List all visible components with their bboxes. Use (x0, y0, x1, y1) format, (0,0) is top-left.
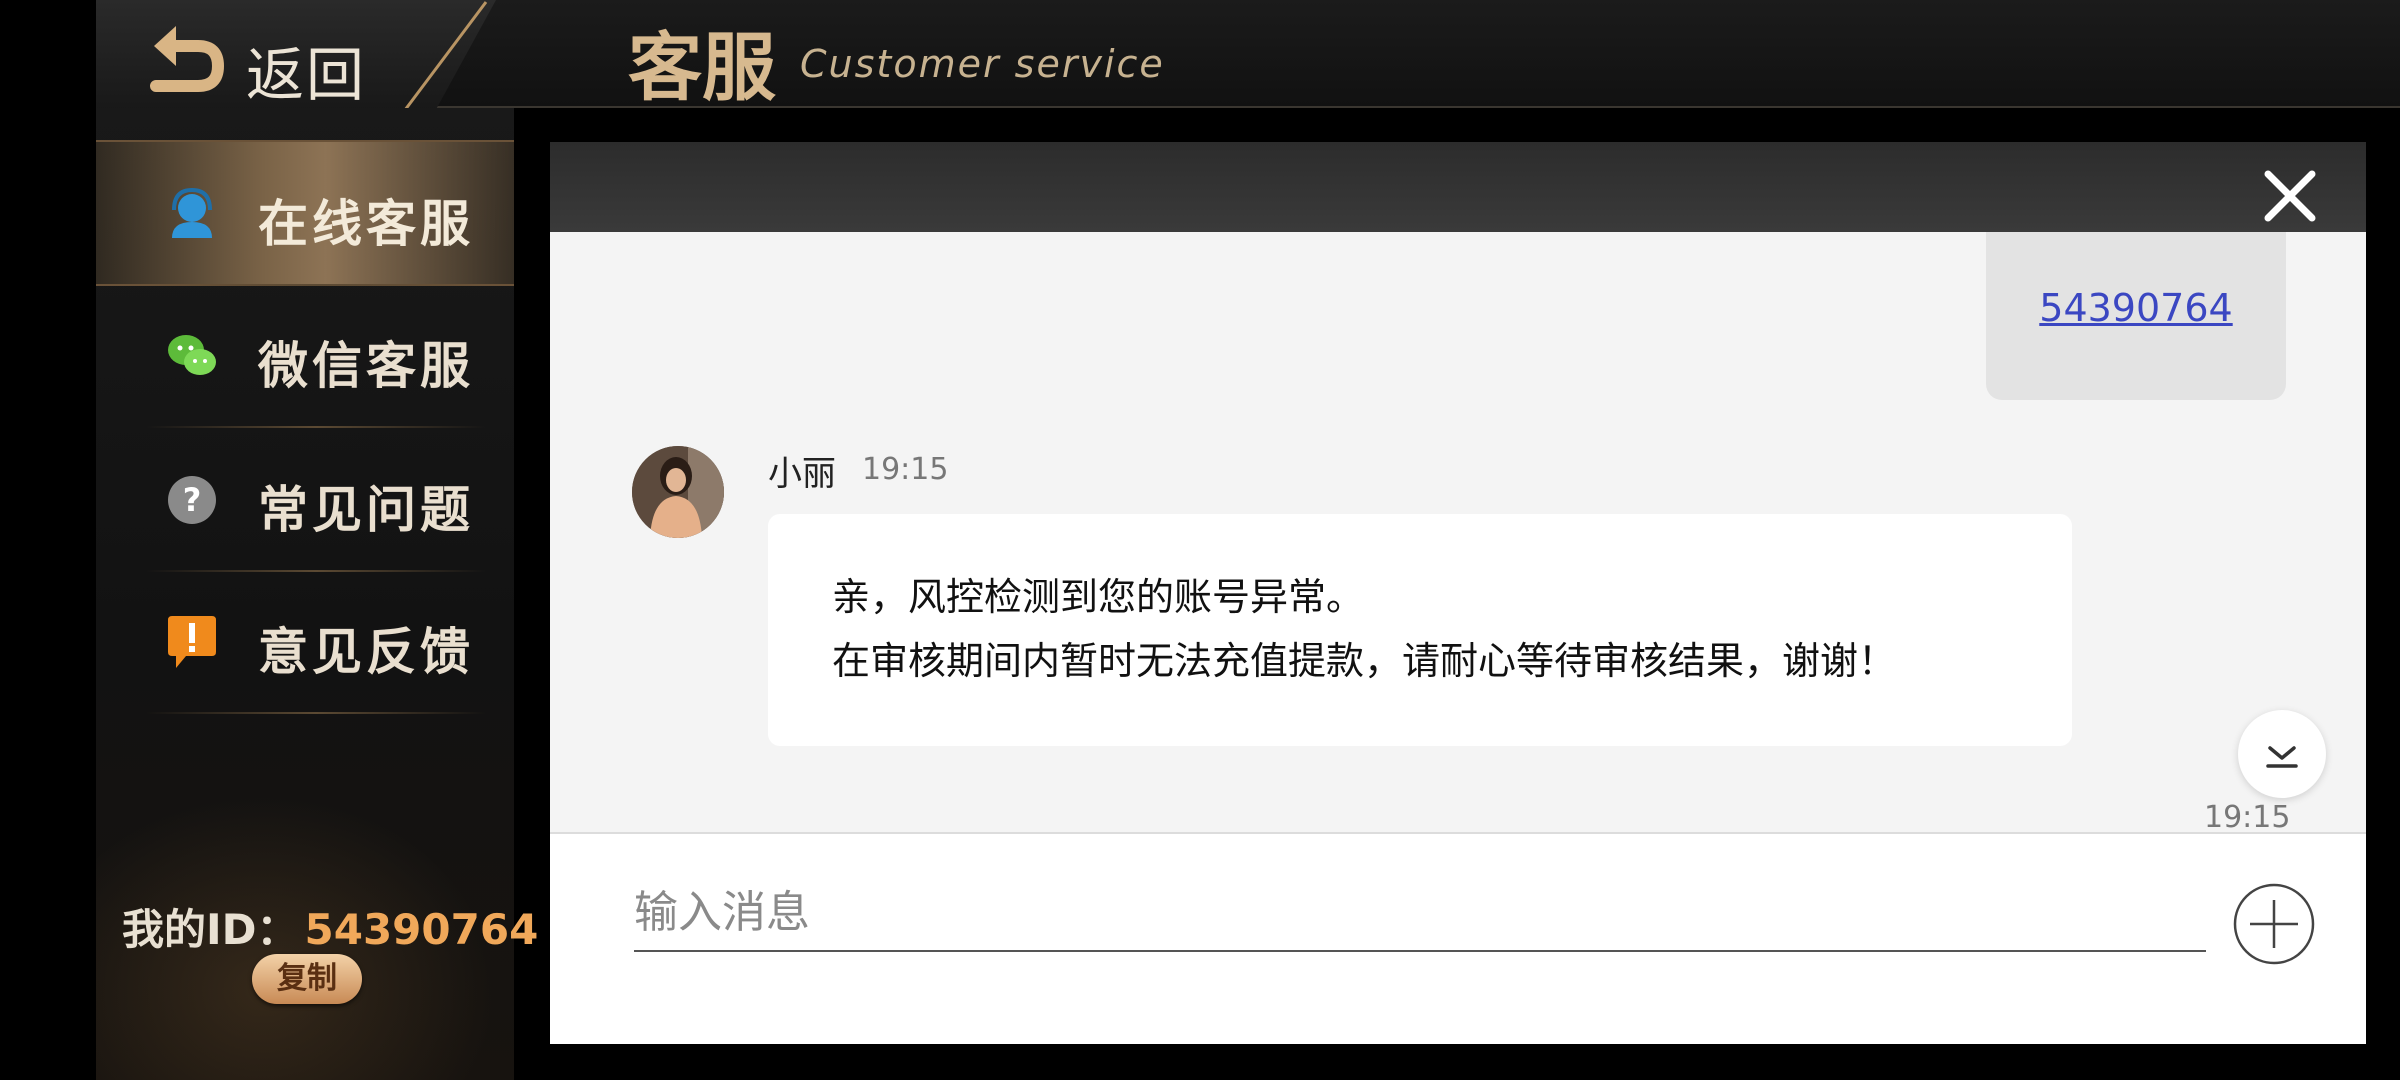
message-timestamp: 19:15 (2204, 800, 2291, 835)
sidebar: 在线客服 微信客服 ? 常见问题 意见反馈 我的ID： 54390764 复制 (96, 108, 538, 1080)
chevron-down-icon (2266, 746, 2298, 768)
sidebar-item-online-service[interactable]: 在线客服 (96, 140, 514, 286)
page-subtitle: Customer service (800, 42, 1165, 86)
message-timestamp: 19:15 (862, 452, 949, 487)
user-id-value: 54390764 (304, 905, 539, 954)
message-line: 在审核期间内暂时无法充值提款，请耐心等待审核结果，谢谢！ (832, 639, 1897, 683)
close-icon[interactable] (2262, 168, 2318, 224)
back-arrow-icon[interactable] (146, 18, 226, 98)
user-id-label: 我的ID： (122, 905, 299, 954)
chat-panel: 54390764 小丽 19:15 亲，风控检测到您的账号异常。 在审核期间内暂… (550, 142, 2366, 1044)
add-attachment-icon[interactable] (2232, 882, 2316, 966)
wechat-icon (168, 335, 216, 375)
sidebar-item-label: 意见反馈 (258, 623, 474, 681)
copy-id-button[interactable]: 复制 (252, 954, 362, 1004)
sidebar-divider (146, 712, 486, 714)
back-label[interactable]: 返回 (246, 28, 366, 112)
svg-text:?: ? (183, 481, 202, 519)
question-icon: ? (168, 476, 216, 524)
sidebar-item-wechat-service[interactable]: 微信客服 (96, 284, 514, 426)
sidebar-item-label: 在线客服 (258, 195, 474, 253)
page-title: 客服 (628, 25, 776, 111)
received-message-bubble: 亲，风控检测到您的账号异常。 在审核期间内暂时无法充值提款，请耐心等待审核结果，… (768, 514, 2072, 746)
chat-title-bar (550, 142, 2366, 232)
feedback-icon (168, 616, 216, 668)
sidebar-item-label: 常见问题 (258, 481, 474, 539)
sidebar-item-feedback[interactable]: 意见反馈 (96, 570, 514, 712)
scroll-to-bottom-button[interactable] (2238, 710, 2326, 798)
agent-photo-icon (632, 446, 724, 538)
sidebar-item-label: 微信客服 (258, 337, 474, 395)
user-id-row: 我的ID： 54390764 (122, 896, 538, 957)
agent-avatar (632, 446, 724, 538)
sidebar-item-faq[interactable]: ? 常见问题 (96, 428, 514, 570)
headset-agent-icon (172, 187, 212, 238)
message-input[interactable] (634, 874, 2206, 952)
message-line: 亲，风控检测到您的账号异常。 (832, 575, 1365, 619)
sent-message-link[interactable]: 54390764 (1986, 286, 2286, 330)
agent-name: 小丽 (768, 454, 836, 494)
sent-message-bubble: 54390764 (1986, 232, 2286, 400)
message-compose-bar (550, 832, 2366, 1044)
top-header: 客服 Customer service (96, 0, 2400, 124)
